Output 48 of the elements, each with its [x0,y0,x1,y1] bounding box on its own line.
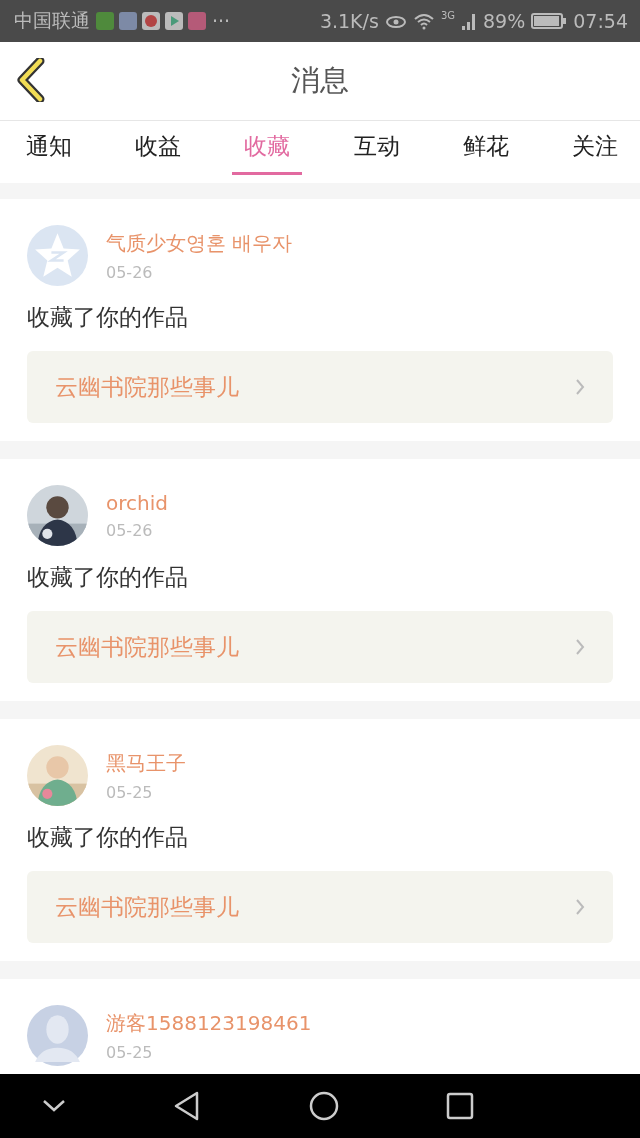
message-date: 05-25 [106,782,154,802]
message-date: 05-26 [106,262,154,282]
work-link[interactable]: 云幽书院那些事儿 [27,871,613,943]
signal-icon [461,12,477,30]
user-name[interactable]: 游客1588123198461 [106,1009,312,1037]
app-icon [119,12,137,30]
tab[interactable]: 关注 [559,121,630,175]
more-notifications: ··· [212,10,231,32]
message-text: 收藏了你的作品 [27,303,189,332]
eye-icon [384,13,407,29]
tab[interactable]: 通知 [14,121,84,175]
work-link[interactable]: 云幽书院那些事儿 [27,351,613,423]
wifi-icon [412,12,435,30]
back-icon [16,58,46,102]
app-icon [188,12,206,30]
page-title: 消息 [291,62,349,99]
chevron-right-icon [575,898,585,916]
message-text: 收藏了你的作品 [27,563,189,592]
default-avatar [27,225,88,286]
work-link[interactable]: 云幽书院那些事儿 [27,611,613,683]
app-icon [142,12,160,30]
default-avatar [27,1005,88,1066]
network-type: 3G [440,10,455,21]
tab[interactable]: 鲜花 [450,121,521,175]
recent-square-icon[interactable] [446,1092,474,1120]
carrier-name: 中国联通 [14,8,90,33]
app-icon [165,12,183,30]
work-title: 云幽书院那些事儿 [55,632,239,662]
back-button[interactable] [16,58,46,102]
home-circle-icon[interactable] [308,1091,339,1121]
user-name[interactable]: 黑马王子 [106,749,186,777]
network-speed: 3.1K/s [319,10,379,32]
battery-percent: 89% [483,10,526,32]
chevron-right-icon [575,638,585,656]
user-name[interactable]: orchid [106,491,168,515]
chevron-right-icon [575,378,585,396]
tab[interactable]: 互动 [341,121,412,175]
message-date: 05-26 [106,521,154,540]
work-title: 云幽书院那些事儿 [55,372,239,402]
work-title: 云幽书院那些事儿 [55,892,239,922]
tab[interactable]: 收益 [123,121,194,175]
battery-icon [531,12,568,30]
user-name[interactable]: 气质少女영혼 배우자 [106,229,293,257]
message-date: 05-25 [106,1042,154,1062]
chevron-down-icon[interactable] [42,1099,66,1113]
app-icon [96,12,114,30]
message-text: 收藏了你的作品 [27,823,189,852]
clock: 07:54 [573,10,628,32]
